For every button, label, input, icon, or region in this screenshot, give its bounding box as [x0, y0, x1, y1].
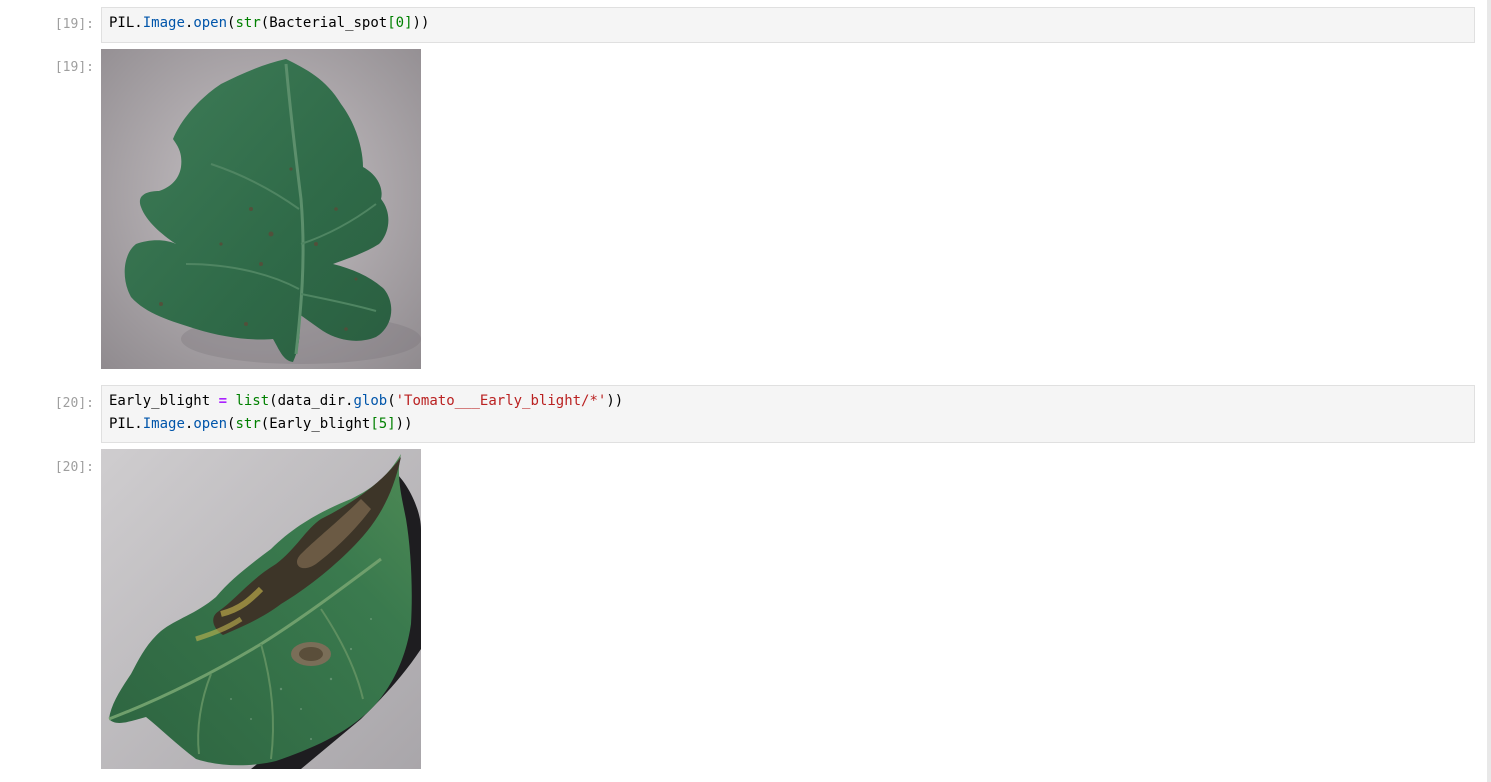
- output-image-bacterial-spot-leaf: [101, 49, 421, 369]
- code-token: str: [235, 15, 261, 31]
- code-token: .: [134, 15, 143, 31]
- scrollbar[interactable]: [1487, 0, 1491, 782]
- code-token: Image: [142, 15, 185, 31]
- output-prompt-19: [19]:: [54, 60, 94, 75]
- code-token: [: [387, 15, 396, 31]
- code-line: PIL.Image.open(str(Early_blight[5])): [109, 413, 1467, 436]
- code-token: Early_blight: [109, 393, 219, 409]
- code-token: )): [395, 416, 413, 432]
- code-cell-20[interactable]: Early_blight = list(data_dir. glob('Tomat…: [101, 385, 1475, 443]
- code-token: open: [193, 416, 228, 432]
- input-prompt-19: [19]:: [54, 17, 94, 32]
- code-token: )): [606, 393, 624, 409]
- code-token: list: [235, 393, 270, 409]
- code-token: 'Tomato___Early_blight/*': [395, 393, 607, 409]
- code-line: Early_blight = list(data_dir.glob('Tomat…: [109, 390, 1467, 413]
- code-token: glob: [353, 393, 388, 409]
- code-token: str: [235, 416, 261, 432]
- code-line: PIL.Image.open(str(Bacterial_spot[0])): [109, 12, 1467, 35]
- code-token: 5: [378, 416, 388, 432]
- code-token: .: [134, 416, 143, 432]
- code-token: ]: [404, 15, 413, 31]
- code-token: PIL: [109, 15, 135, 31]
- code-token: open: [193, 15, 228, 31]
- code-token: =: [218, 393, 228, 409]
- code-token: 0: [395, 15, 405, 31]
- code-token: (Early_blight: [260, 416, 371, 432]
- code-token: Image: [142, 416, 185, 432]
- code-token: [: [370, 416, 379, 432]
- code-token: (: [387, 393, 396, 409]
- code-token: (data_dir: [269, 393, 346, 409]
- code-token: ]: [387, 416, 396, 432]
- output-prompt-20: [20]:: [54, 460, 94, 475]
- code-cell-19[interactable]: PIL.Image.open(str(Bacterial_spot[0])): [101, 7, 1475, 43]
- code-token: )): [412, 15, 430, 31]
- output-image-early-blight-leaf: [101, 449, 421, 769]
- code-token: PIL: [109, 416, 135, 432]
- code-token: (Bacterial_spot: [260, 15, 388, 31]
- input-prompt-20: [20]:: [54, 396, 94, 411]
